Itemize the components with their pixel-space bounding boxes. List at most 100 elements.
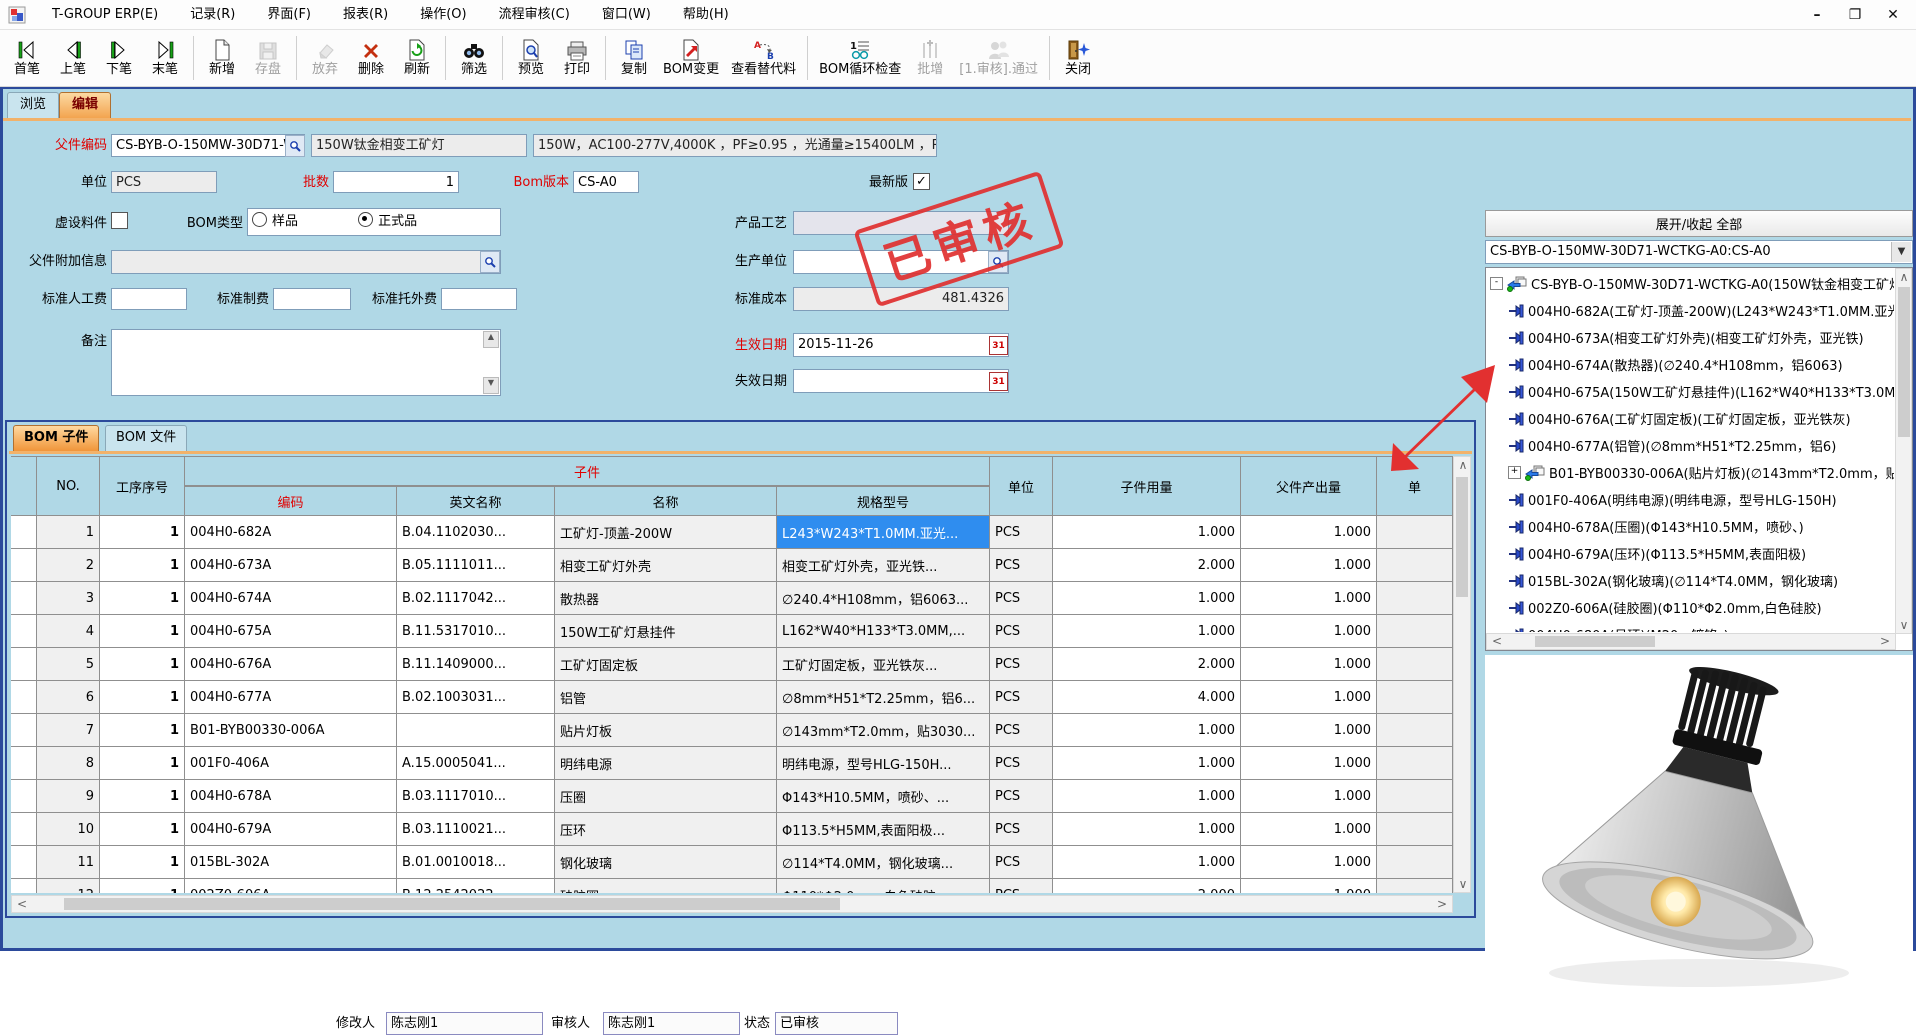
table-cell[interactable] (1377, 681, 1453, 714)
row-selector[interactable] (11, 648, 37, 681)
table-cell[interactable]: 1.000 (1241, 846, 1377, 879)
table-cell[interactable]: 004H0-679A (185, 813, 397, 846)
table-cell[interactable]: 9 (37, 780, 100, 813)
table-cell[interactable] (397, 714, 555, 747)
row-selector[interactable] (11, 681, 37, 714)
bom-table-hscrollbar[interactable]: < > (11, 895, 1453, 913)
scroll-right-icon[interactable]: > (1434, 898, 1450, 910)
table-cell[interactable]: 1.000 (1053, 813, 1241, 846)
table-cell[interactable]: 1.000 (1241, 681, 1377, 714)
table-cell[interactable]: 1.000 (1241, 615, 1377, 648)
table-cell[interactable]: 工矿灯-顶盖-200W (555, 516, 777, 549)
toolbar-button-6[interactable]: 放弃 (302, 30, 348, 86)
tree-item-3[interactable]: 004H0-674A(散热器)(∅240.4*H108mm，铝6063) (1488, 351, 1894, 378)
row-selector[interactable] (11, 813, 37, 846)
scroll-up-icon[interactable]: ▲ (483, 331, 499, 348)
table-cell[interactable]: B.02.1003031... (397, 681, 555, 714)
virtual-part-checkbox[interactable] (111, 212, 128, 229)
table-cell[interactable]: 1.000 (1053, 516, 1241, 549)
tree-item-7[interactable]: +B01-BYB00330-006A(贴片灯板)(∅143mm*T2.0mm，贴… (1488, 459, 1894, 486)
row-selector[interactable] (11, 549, 37, 582)
expire-date-input[interactable] (793, 369, 1009, 393)
table-cell[interactable]: B.11.1409000... (397, 648, 555, 681)
row-selector[interactable] (11, 615, 37, 648)
toolbar-button-12[interactable]: 复制 (611, 30, 657, 86)
table-cell[interactable]: 11 (37, 846, 100, 879)
table-cell[interactable]: PCS (990, 549, 1053, 582)
table-cell[interactable]: 004H0-677A (185, 681, 397, 714)
auditor-field[interactable]: 陈志刚1 (603, 1012, 740, 1035)
table-cell[interactable]: 1.000 (1241, 648, 1377, 681)
toolbar-button-18[interactable]: 关闭 (1055, 30, 1101, 86)
table-cell[interactable]: B.05.1111011... (397, 549, 555, 582)
toolbar-button-7[interactable]: 删除 (348, 30, 394, 86)
row-selector[interactable] (11, 516, 37, 549)
tree-hscrollbar[interactable]: < > (1486, 633, 1896, 650)
table-cell[interactable]: 工矿灯固定板，亚光铁灰... (777, 648, 990, 681)
table-cell[interactable]: 2.000 (1053, 879, 1241, 893)
menu-item-2[interactable]: 界面(F) (251, 0, 327, 30)
table-cell[interactable] (1377, 582, 1453, 615)
effective-date-input[interactable]: 2015-11-26 (793, 333, 1009, 357)
table-cell[interactable]: 1.000 (1053, 615, 1241, 648)
menu-item-4[interactable]: 操作(O) (404, 0, 482, 30)
bom-type-sample-radio[interactable]: 样品 (252, 214, 298, 229)
menu-item-0[interactable]: T-GROUP ERP(E) (36, 0, 174, 30)
tree-item-4[interactable]: 004H0-675A(150W工矿灯悬挂件)(L162*W40*H133*T3.… (1488, 378, 1894, 405)
chevron-down-icon[interactable]: ▼ (1891, 242, 1911, 262)
table-cell[interactable]: 1 (100, 813, 185, 846)
table-cell[interactable]: PCS (990, 879, 1053, 893)
table-cell[interactable]: 1.000 (1241, 813, 1377, 846)
table-cell[interactable]: 1.000 (1241, 780, 1377, 813)
table-cell[interactable]: 相变工矿灯外壳，亚光铁... (777, 549, 990, 582)
table-cell[interactable]: PCS (990, 615, 1053, 648)
table-cell[interactable]: ∅8mm*H51*T2.25mm，铝6... (777, 681, 990, 714)
row-selector[interactable] (11, 879, 37, 893)
tree-item-10[interactable]: 004H0-679A(压环)(Φ113.5*H5MM,表面阳极) (1488, 540, 1894, 567)
scroll-down-icon[interactable]: ∨ (1455, 878, 1471, 890)
table-cell[interactable]: B.11.5317010... (397, 615, 555, 648)
table-cell[interactable]: B.12.2542022... (397, 879, 555, 893)
tree-vscrollbar[interactable]: ∧ ∨ (1895, 268, 1912, 634)
table-cell[interactable]: 压圈 (555, 780, 777, 813)
table-cell[interactable]: PCS (990, 582, 1053, 615)
table-cell[interactable] (1377, 879, 1453, 893)
table-cell[interactable]: B.03.1117010... (397, 780, 555, 813)
tree-item-13[interactable]: 004H0-680A(吊环)(M20、镀铬。) (1488, 621, 1894, 632)
parent-code-lookup-button[interactable] (285, 135, 305, 157)
table-cell[interactable]: PCS (990, 846, 1053, 879)
table-cell[interactable]: 015BL-302A (185, 846, 397, 879)
table-cell[interactable]: 1 (100, 846, 185, 879)
table-cell[interactable]: 1 (100, 681, 185, 714)
scroll-down-icon[interactable]: ▼ (483, 377, 499, 394)
table-cell[interactable]: ∅240.4*H108mm，铝6063... (777, 582, 990, 615)
scroll-left-icon[interactable]: < (1489, 635, 1505, 647)
hscroll-thumb[interactable] (1535, 636, 1655, 647)
tree-item-11[interactable]: 015BL-302A(钢化玻璃)(∅114*T4.0MM，钢化玻璃) (1488, 567, 1894, 594)
toolbar-button-2[interactable]: 下笔 (96, 30, 142, 86)
toolbar-button-13[interactable]: BOM变更 (657, 30, 725, 86)
table-cell[interactable]: PCS (990, 780, 1053, 813)
table-cell[interactable]: 1.000 (1241, 549, 1377, 582)
expire-calendar-icon[interactable]: 31 (989, 372, 1008, 391)
toolbar-button-9[interactable]: 筛选 (451, 30, 497, 86)
table-cell[interactable]: PCS (990, 747, 1053, 780)
table-cell[interactable]: 1 (100, 747, 185, 780)
table-cell[interactable]: 004H0-674A (185, 582, 397, 615)
table-cell[interactable]: L162*W40*H133*T3.0MM,... (777, 615, 990, 648)
table-cell[interactable]: Φ113.5*H5MM,表面阳极... (777, 813, 990, 846)
remark-textarea[interactable] (111, 329, 501, 396)
table-cell[interactable]: 004H0-673A (185, 549, 397, 582)
bom-table-vscrollbar[interactable]: ∧ ∨ (1453, 456, 1471, 893)
table-cell[interactable] (1377, 780, 1453, 813)
scroll-right-icon[interactable]: > (1877, 635, 1893, 647)
table-cell[interactable] (1377, 549, 1453, 582)
expand-collapse-all-button[interactable]: 展开/收起 全部 (1485, 210, 1913, 237)
toolbar-button-5[interactable]: 存盘 (245, 30, 291, 86)
table-cell[interactable]: 001F0-406A (185, 747, 397, 780)
bom-type-formal-radio[interactable]: 正式品 (358, 214, 417, 229)
table-cell[interactable]: 贴片灯板 (555, 714, 777, 747)
table-cell[interactable]: 6 (37, 681, 100, 714)
table-cell[interactable]: 压环 (555, 813, 777, 846)
menu-item-3[interactable]: 报表(R) (327, 0, 404, 30)
